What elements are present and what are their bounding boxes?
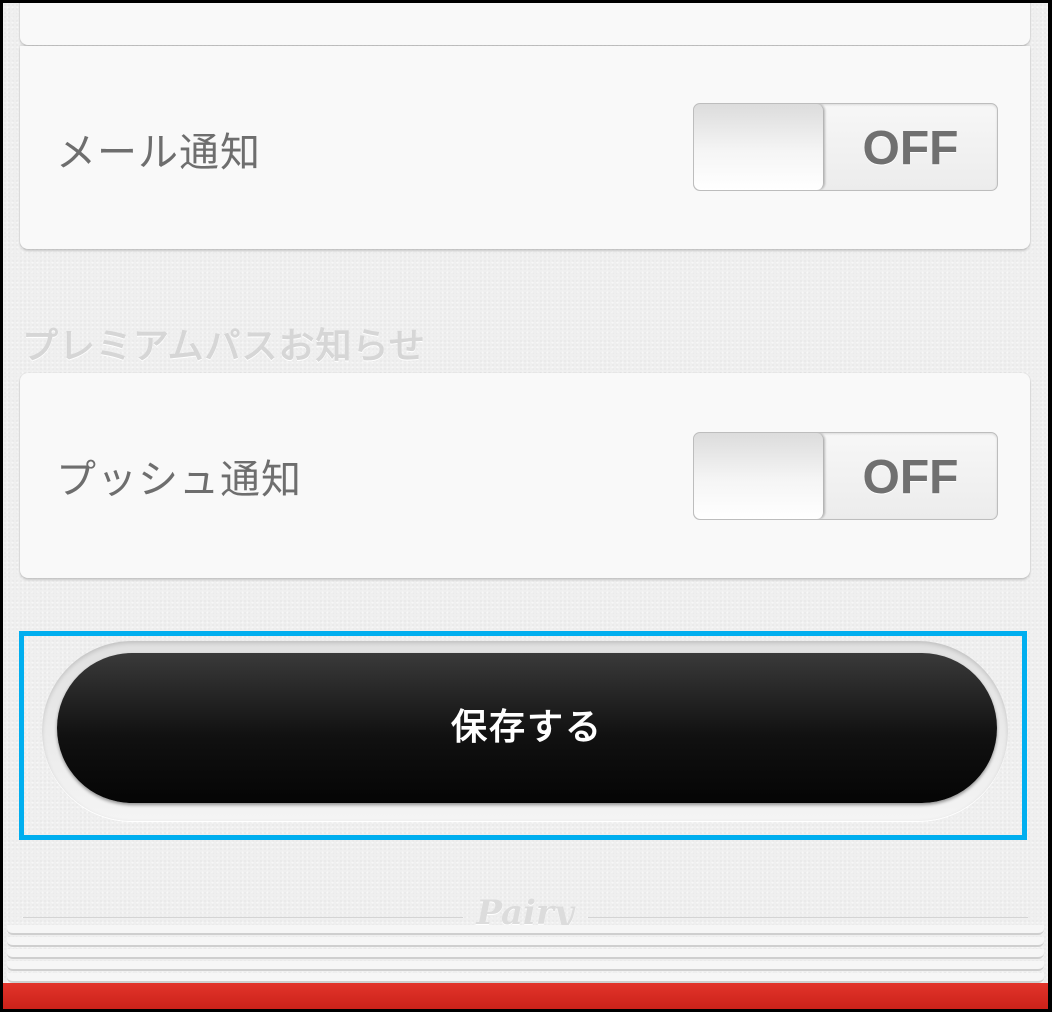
toggle-knob <box>694 433 824 519</box>
push-notification-card: プッシュ通知 OFF <box>20 373 1030 578</box>
notebook-cover <box>3 983 1048 1009</box>
toggle-knob <box>694 104 824 190</box>
push-notification-toggle[interactable]: OFF <box>693 432 998 520</box>
settings-screen: メール通知 OFF プレミアムパスお知らせ プッシュ通知 OFF 保存する Pa… <box>3 3 1048 1009</box>
mail-notification-card: メール通知 OFF <box>20 46 1030 249</box>
page-edge <box>7 925 1044 935</box>
page-edge <box>7 973 1044 983</box>
page-edge <box>7 961 1044 971</box>
page-edge <box>7 949 1044 959</box>
push-notification-label: プッシュ通知 <box>56 457 302 503</box>
notebook-pages <box>3 915 1048 985</box>
page-edge <box>7 937 1044 947</box>
toggle-state-text: OFF <box>862 451 959 504</box>
mail-notification-toggle[interactable]: OFF <box>693 103 998 191</box>
previous-settings-card <box>20 3 1030 45</box>
toggle-state-text: OFF <box>862 122 959 175</box>
highlight-box <box>19 631 1027 840</box>
mail-notification-label: メール通知 <box>56 130 261 176</box>
premium-pass-section-title: プレミアムパスお知らせ <box>22 326 426 367</box>
